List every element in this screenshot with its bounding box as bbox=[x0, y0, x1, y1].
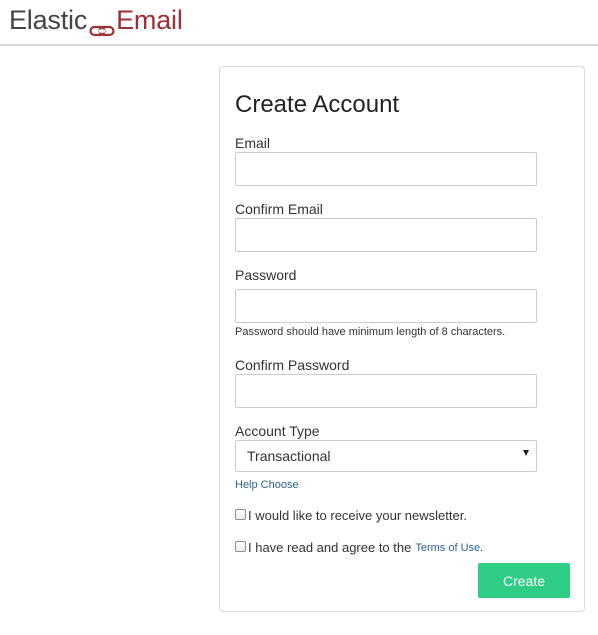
page-title: Create Account bbox=[235, 91, 400, 118]
confirm-password-field[interactable] bbox=[235, 374, 537, 408]
chain-link-icon bbox=[89, 14, 115, 37]
terms-label: I have read and agree to the bbox=[248, 540, 412, 555]
password-hint: Password should have minimum length of 8… bbox=[235, 326, 506, 338]
terms-suffix: . bbox=[480, 542, 484, 554]
password-label: Password bbox=[235, 267, 297, 283]
confirm-password-label: Confirm Password bbox=[235, 357, 350, 373]
create-account-panel: Create Account Email Confirm Email Passw… bbox=[219, 66, 585, 612]
terms-of-use-link[interactable]: Terms of Use bbox=[415, 540, 480, 556]
password-field[interactable] bbox=[235, 289, 537, 323]
elastic-email-logo[interactable]: Elastic Email bbox=[9, 3, 183, 37]
email-label: Email bbox=[235, 135, 271, 151]
email-field[interactable] bbox=[235, 152, 537, 186]
account-type-label: Account Type bbox=[235, 423, 320, 439]
account-type-selected-value: Transactional bbox=[247, 448, 331, 464]
logo-text-elastic: Elastic bbox=[9, 4, 88, 35]
confirm-email-field[interactable] bbox=[235, 218, 537, 252]
dropdown-arrow-icon bbox=[523, 450, 529, 456]
newsletter-label: I would like to receive your newsletter. bbox=[248, 508, 467, 523]
logo-text-email: Email bbox=[116, 4, 183, 35]
newsletter-option: I would like to receive your newsletter. bbox=[235, 508, 467, 524]
account-type-select[interactable]: Transactional bbox=[235, 440, 537, 472]
newsletter-checkbox[interactable] bbox=[235, 508, 246, 520]
top-header: Elastic Email bbox=[0, 0, 598, 46]
confirm-email-label: Confirm Email bbox=[235, 201, 323, 217]
terms-option: I have read and agree to the Terms of Us… bbox=[235, 540, 483, 556]
create-button[interactable]: Create bbox=[478, 563, 570, 598]
terms-checkbox[interactable] bbox=[235, 540, 246, 552]
help-choose-link[interactable]: Help Choose bbox=[235, 478, 299, 492]
